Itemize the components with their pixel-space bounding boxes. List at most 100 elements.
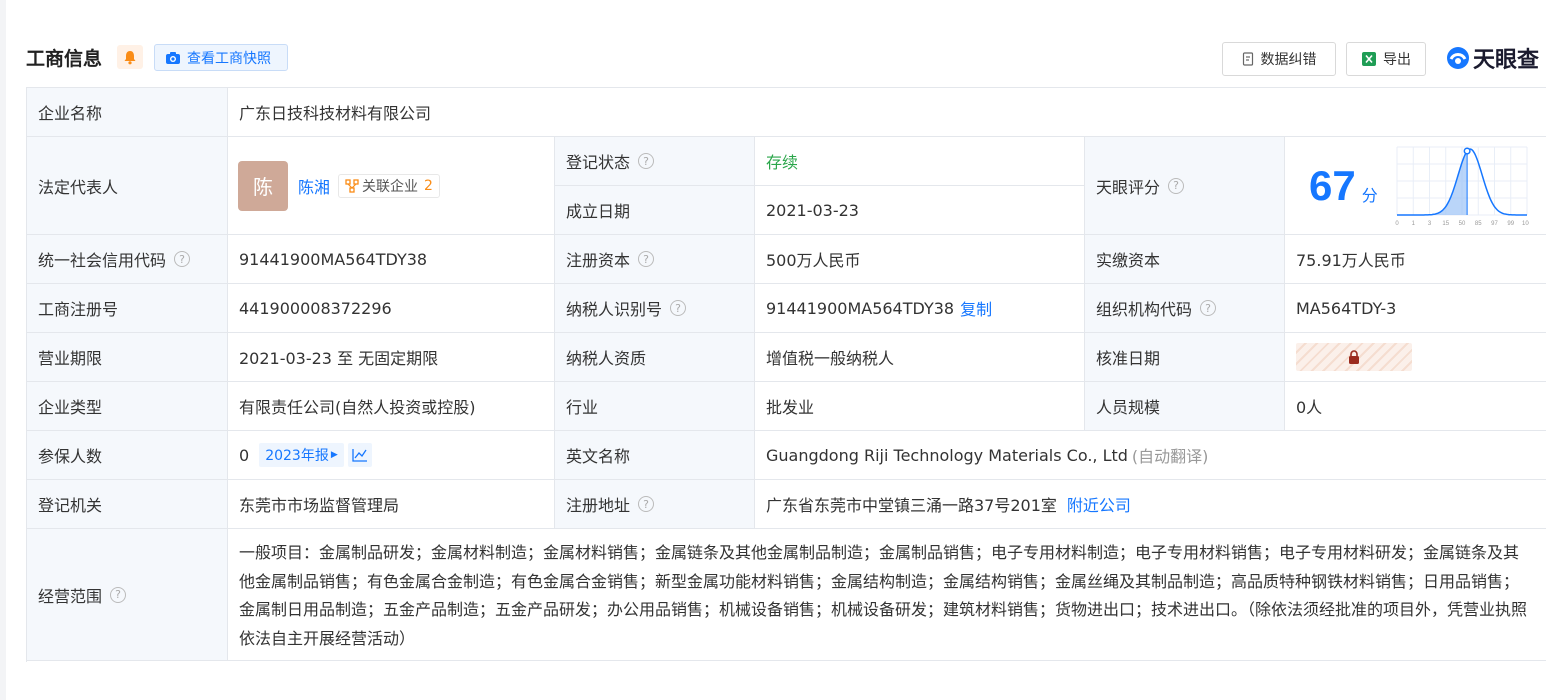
org-code: MA564TDY-3 [1296,298,1397,318]
org-code-label: 组织机构代码 [1096,300,1193,319]
export-button[interactable]: 导出 [1346,42,1426,76]
reg-authority: 东莞市市场监督管理局 [239,496,400,515]
chart-area [1397,151,1468,215]
paid-capital-label: 实缴资本 [1096,251,1161,270]
reg-capital-cell: 500万人民币 [755,235,1085,284]
company-name: 广东日技科技材料有限公司 [239,104,432,123]
excel-icon [1362,52,1376,66]
est-date-cell: 2021-03-23 [755,186,1085,235]
reg-status-label-cell: 登记状态? [555,137,755,186]
help-icon[interactable]: ? [670,300,687,316]
reg-address-label: 注册地址 [566,496,631,515]
reg-status-cell: 存续 [755,137,1085,186]
help-icon[interactable]: ? [1168,177,1185,194]
help-icon[interactable]: ? [638,496,655,512]
taxpayer-qual-cell: 增值税一般纳税人 [755,333,1085,382]
approval-date-label: 核准日期 [1096,349,1161,368]
chart-tick-label: 50 [1459,221,1466,227]
help-icon[interactable]: ? [638,251,655,267]
taxpayer-qual-label-cell: 纳税人资质 [555,333,755,382]
biz-term-cell: 2021-03-23 至 无固定期限 [228,333,555,382]
insured-cell: 0 2023年报 ▶ [228,431,555,480]
reg-authority-cell: 东莞市市场监督管理局 [228,480,555,529]
industry-cell: 批发业 [755,382,1085,431]
camera-icon [166,51,180,64]
paid-capital: 75.91万人民币 [1296,251,1406,270]
industry-label: 行业 [566,398,599,417]
credit-code: 91441900MA564TDY38 [239,249,428,269]
lock-icon [1349,350,1359,364]
trend-chart-icon[interactable] [347,443,372,467]
legal-rep-label-cell: 法定代表人 [27,137,228,235]
annual-report-label: 2023年报 [265,448,329,464]
biz-scope-cell: 一般项目：金属制品研发；金属材料制造；金属材料销售；金属链条及其他金属制品制造；… [228,529,1546,661]
score-distribution-chart: 0 1 3 15 50 85 97 99 100 [1395,146,1529,227]
logo-mark-icon [1447,47,1469,69]
chart-tick-label: 99 [1507,221,1514,227]
biz-term-label: 营业期限 [38,349,103,368]
reg-authority-label-cell: 登记机关 [27,480,228,529]
document-edit-icon [1242,52,1253,66]
business-info-table: 企业名称 广东日技科技材料有限公司 法定代表人 陈 陈湘 关联企业 2 登记状态?… [26,87,1546,662]
staff-size-cell: 0人 [1285,382,1546,431]
copy-button[interactable]: 复制 [960,296,992,320]
english-name-label: 英文名称 [566,447,631,466]
view-snapshot-button[interactable]: 查看工商快照 [154,44,288,71]
export-label: 导出 [1383,52,1411,68]
taxpayer-id-label: 纳税人识别号 [566,300,663,319]
help-icon[interactable]: ? [174,251,191,267]
org-code-label-cell: 组织机构代码? [1085,284,1285,333]
biz-term: 2021-03-23 至 无固定期限 [239,349,439,368]
left-gutter [0,0,6,700]
related-companies-tag[interactable]: 关联企业 2 [338,173,440,198]
data-correction-label: 数据纠错 [1260,52,1317,68]
taxpayer-qual: 增值税一般纳税人 [766,349,895,368]
help-icon[interactable]: ? [110,586,127,603]
bell-icon[interactable] [117,45,143,69]
locked-value[interactable] [1296,343,1412,371]
biz-reg-no-cell: 441900008372296 [228,284,555,333]
english-name-cell: Guangdong Riji Technology Materials Co.,… [755,431,1546,480]
help-icon[interactable]: ? [638,153,655,169]
chart-tick-label: 3 [1428,221,1432,227]
approval-date-label-cell: 核准日期 [1085,333,1285,382]
est-date: 2021-03-23 [766,200,859,220]
biz-reg-no-label-cell: 工商注册号 [27,284,228,333]
reg-authority-label: 登记机关 [38,496,103,515]
reg-address-label-cell: 注册地址? [555,480,755,529]
biz-scope-label-cell: 经营范围? [27,529,228,661]
nearby-companies-link[interactable]: 附近公司 [1067,492,1131,516]
biz-scope-label: 经营范围 [38,586,103,606]
legal-rep-name-link[interactable]: 陈湘 [298,174,330,198]
reg-capital-label: 注册资本 [566,251,631,270]
company-type: 有限责任公司(自然人投资或控股) [239,398,476,417]
staff-size-label-cell: 人员规模 [1085,382,1285,431]
avatar[interactable]: 陈 [238,160,288,211]
network-icon [345,178,359,193]
annual-report-tag[interactable]: 2023年报 ▶ [259,443,344,467]
company-name-label: 企业名称 [38,104,103,123]
company-name-cell: 广东日技科技材料有限公司 [228,88,1546,137]
company-name-label-cell: 企业名称 [27,88,228,137]
tianyan-score-cell[interactable]: 67 分 0 1 3 15 50 85 97 99 100 [1285,137,1546,235]
help-icon[interactable]: ? [1200,300,1217,316]
staff-size: 0人 [1296,398,1323,417]
biz-reg-no: 441900008372296 [239,298,392,318]
english-name: Guangdong Riji Technology Materials Co.,… [766,445,1128,465]
staff-size-label: 人员规模 [1096,398,1161,417]
data-correction-button[interactable]: 数据纠错 [1222,42,1336,76]
view-snapshot-label: 查看工商快照 [187,50,271,67]
score-value: 67 [1309,161,1356,209]
reg-status: 存续 [766,153,799,172]
section-title: 工商信息 [26,48,103,70]
chart-tick-label: 85 [1475,221,1482,227]
company-type-cell: 有限责任公司(自然人投资或控股) [228,382,555,431]
chart-tick-label: 100 [1522,221,1529,227]
chart-marker-point [1463,147,1471,155]
approval-date-cell [1285,333,1546,382]
reg-capital: 500万人民币 [766,251,861,270]
biz-term-label-cell: 营业期限 [27,333,228,382]
chart-tick-label: 1 [1412,221,1416,227]
tianyan-score-label-cell: 天眼评分? [1085,137,1285,235]
tianyan-score-label: 天眼评分 [1096,177,1161,197]
